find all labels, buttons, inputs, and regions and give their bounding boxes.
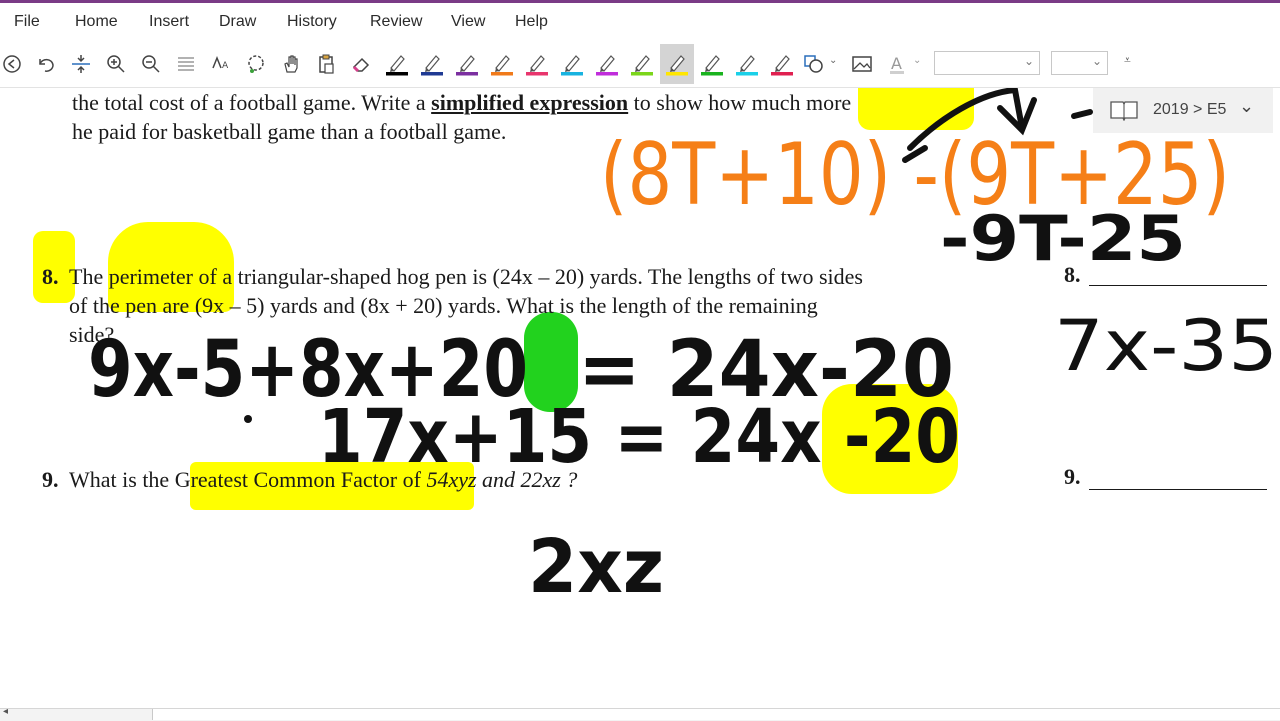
pen-3-icon[interactable] — [455, 52, 479, 76]
lasso-back-icon[interactable] — [0, 52, 24, 76]
pan-hand-icon[interactable] — [279, 52, 303, 76]
ink-expanded-terms: -9T-25 — [940, 202, 1186, 275]
undo-icon[interactable] — [34, 52, 58, 76]
pen-10-icon[interactable] — [700, 52, 724, 76]
draw-toolbar: A ⌄ A ⌄ ⌄ ⌄ ⩡ — [0, 41, 1280, 88]
font-size-dropdown[interactable]: ⌄ — [1051, 51, 1108, 75]
pen-2-icon[interactable] — [420, 52, 444, 76]
eraser-icon[interactable] — [349, 52, 373, 76]
notebook-navigation[interactable]: 2019 > E5 ⌄ — [1093, 88, 1273, 133]
note-canvas[interactable]: the total cost of a football game. Write… — [0, 88, 1280, 708]
menu-draw[interactable]: Draw — [219, 13, 256, 31]
notebook-breadcrumb: 2019 > E5 — [1153, 101, 1227, 118]
notebook-icon — [1110, 101, 1138, 121]
pen-8-icon[interactable] — [630, 52, 654, 76]
zoom-in-icon[interactable] — [104, 52, 128, 76]
font-color-chevron-down-icon[interactable]: ⌄ — [913, 55, 921, 66]
ink-answer-8: 7x-35 — [1054, 305, 1278, 387]
menu-file[interactable]: File — [14, 13, 40, 31]
toolbar-overflow-icon[interactable]: ⩡ — [1124, 53, 1131, 68]
pen-4-icon[interactable] — [490, 52, 514, 76]
scroll-left-icon[interactable]: ◂ — [3, 706, 8, 717]
pen-11-icon[interactable] — [735, 52, 759, 76]
pen-6-icon[interactable] — [560, 52, 584, 76]
chevron-down-icon: ⌄ — [1091, 54, 1102, 68]
lasso-select-icon[interactable] — [244, 52, 268, 76]
pen-12-icon[interactable] — [770, 52, 794, 76]
pen-9-icon[interactable] — [665, 52, 689, 76]
pen-5-icon[interactable] — [525, 52, 549, 76]
menu-insert[interactable]: Insert — [149, 13, 189, 31]
svg-text:A: A — [891, 54, 902, 73]
horizontal-scrollbar[interactable] — [152, 709, 1280, 720]
image-icon[interactable] — [850, 52, 874, 76]
menu-bar: File Home Insert Draw History Review Vie… — [0, 3, 1280, 41]
ink-stroke — [1071, 109, 1093, 119]
zoom-out-icon[interactable] — [139, 52, 163, 76]
ink-dot — [244, 415, 252, 423]
shapes-icon[interactable] — [802, 52, 826, 76]
paste-icon[interactable] — [314, 52, 338, 76]
menu-review[interactable]: Review — [370, 13, 422, 31]
align-icon[interactable] — [174, 52, 198, 76]
menu-help[interactable]: Help — [515, 13, 548, 31]
ink-layer: (8T+10) -(9T+25) -9T-25 7x-35 9x-5+8x+20… — [88, 88, 1278, 610]
menu-home[interactable]: Home — [75, 13, 118, 31]
pen-7-icon[interactable] — [595, 52, 619, 76]
ink-equation-2: 17x+15 = 24x -20 — [318, 394, 960, 480]
ink-answer-9: 2xz — [528, 524, 664, 610]
svg-text:A: A — [222, 61, 229, 71]
font-family-dropdown[interactable]: ⌄ — [934, 51, 1040, 75]
ink-to-text-icon[interactable]: A — [209, 52, 233, 76]
shapes-chevron-down-icon[interactable]: ⌄ — [829, 55, 837, 66]
chevron-down-icon[interactable]: ⌄ — [1239, 96, 1254, 117]
menu-view[interactable]: View — [451, 13, 485, 31]
menu-history[interactable]: History — [287, 13, 337, 31]
pen-1-icon[interactable] — [385, 52, 409, 76]
font-color-icon[interactable]: A — [886, 52, 910, 76]
chevron-down-icon: ⌄ — [1023, 54, 1034, 68]
insert-space-icon[interactable] — [69, 52, 93, 76]
